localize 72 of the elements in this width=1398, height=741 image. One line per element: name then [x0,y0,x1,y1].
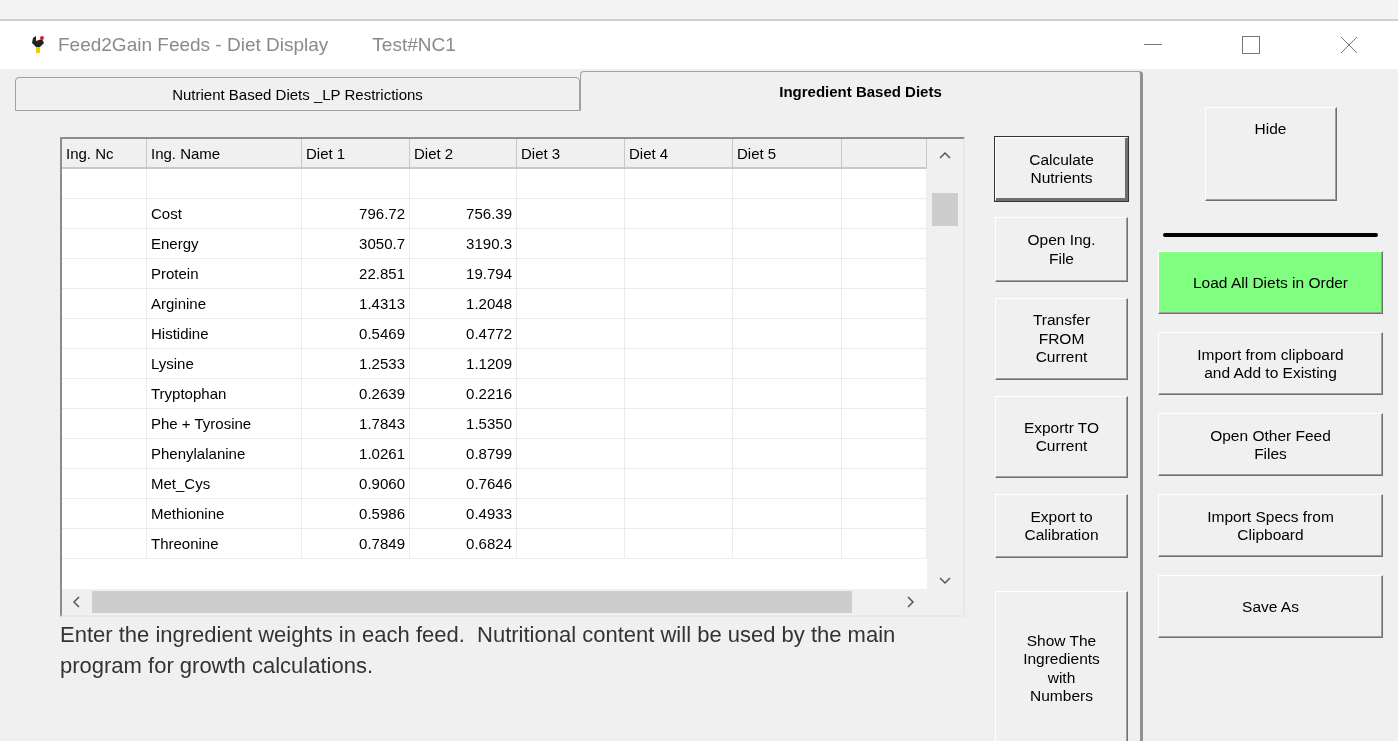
maximize-icon [1242,36,1260,54]
table-cell: 0.2216 [410,379,517,409]
action-button[interactable]: Exportr TO Current [995,396,1128,478]
table-cell: 1.1209 [410,349,517,379]
instructions-text: Enter the ingredient weights in each feed. Nutritional content will be used by the main program for growth calculations. [60,621,897,680]
column-header[interactable]: Diet 1 [302,139,410,169]
table-cell: Cost [147,199,302,229]
table-cell: 1.5350 [410,409,517,439]
window-subtitle: Test#NC1 [372,34,456,56]
table-cell: 1.4313 [302,289,410,319]
column-header[interactable]: Diet 3 [517,139,625,169]
table-cell: Threonine [147,529,302,559]
horizontal-scrollbar[interactable] [62,589,963,615]
column-header[interactable]: Diet 4 [625,139,733,169]
side-button[interactable]: Import Specs from Clipboard [1158,494,1383,557]
table-cell: 0.7849 [302,529,410,559]
table-cell: Arginine [147,289,302,319]
action-button[interactable]: Show The Ingredients with Numbers [995,591,1128,741]
table-cell: 1.2533 [302,349,410,379]
table-cell: Phenylalanine [147,439,302,469]
table-cell: Methionine [147,499,302,529]
table-cell: 1.7843 [302,409,410,439]
table-cell: 19.794 [410,259,517,289]
scrollbar-thumb[interactable] [92,591,852,613]
table-cell: 1.2048 [410,289,517,319]
tab[interactable]: Ingredient Based Diets [580,71,1143,111]
scrollbar-thumb[interactable] [932,193,958,226]
action-button[interactable]: Open Ing. File [995,217,1128,282]
chevron-left-icon[interactable] [72,596,80,608]
tab[interactable]: Nutrient Based Diets _LP Restrictions [15,77,580,111]
chevron-down-icon[interactable] [939,577,951,585]
table-cell: 0.7646 [410,469,517,499]
chevron-right-icon[interactable] [907,596,915,608]
action-button[interactable]: Export to Calibration [995,494,1128,558]
table-cell: 1.0261 [302,439,410,469]
action-button[interactable]: Calculate Nutrients [995,137,1128,201]
table-cell: Met_Cys [147,469,302,499]
table-cell: Tryptophan [147,379,302,409]
chevron-up-icon[interactable] [939,151,951,159]
table-cell: Lysine [147,349,302,379]
table-cell: Phe + Tyrosine [147,409,302,439]
hide-button[interactable]: Hide [1204,107,1337,201]
column-header[interactable]: Diet 5 [733,139,842,169]
side-button[interactable]: Import from clipboard and Add to Existing [1158,332,1383,395]
column-header[interactable]: Ing. Nc [62,139,147,169]
table-cell: 796.72 [302,199,410,229]
close-icon [1340,36,1358,54]
table-cell: 0.6824 [410,529,517,559]
vertical-scrollbar[interactable] [927,139,963,589]
table-cell: 0.4933 [410,499,517,529]
table-cell: 0.4772 [410,319,517,349]
rooster-icon [30,35,46,55]
table-cell: 3190.3 [410,229,517,259]
table-cell: 0.8799 [410,439,517,469]
column-header[interactable]: Ing. Name [147,139,302,169]
table-cell: 3050.7 [302,229,410,259]
table-cell: Energy [147,229,302,259]
action-button[interactable]: Transfer FROM Current [995,298,1128,380]
table-cell: 0.9060 [302,469,410,499]
table-cell: 22.851 [302,259,410,289]
table-cell: Protein [147,259,302,289]
table-cell: Histidine [147,319,302,349]
column-header[interactable]: Diet 2 [410,139,517,169]
table-cell: 0.5986 [302,499,410,529]
minimize-icon [1144,44,1162,46]
load-all-diets-button[interactable]: Load All Diets in Order [1158,251,1383,314]
side-button[interactable]: Open Other Feed Files [1158,413,1383,476]
table-cell: 0.2639 [302,379,410,409]
table-cell: 756.39 [410,199,517,229]
window-title: Feed2Gain Feeds - Diet Display [58,34,329,56]
table-cell: 0.5469 [302,319,410,349]
side-button[interactable]: Save As [1158,575,1383,638]
